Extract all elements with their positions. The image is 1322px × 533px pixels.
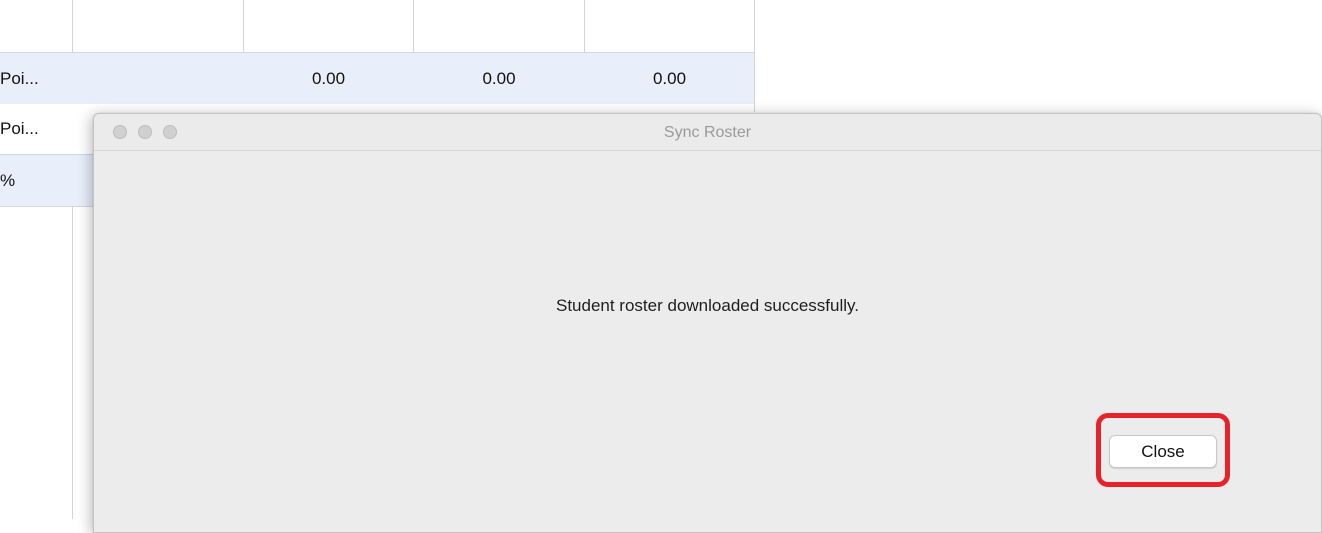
row-label-cell[interactable]: Poi... xyxy=(0,53,72,104)
dialog-title: Sync Roster xyxy=(663,124,752,141)
grade-cell[interactable]: 0.00 xyxy=(585,53,754,104)
grade-cell[interactable]: 0.00 xyxy=(414,53,584,104)
grade-cell[interactable] xyxy=(73,53,243,104)
table-row[interactable]: Poi... 0.00 0.00 0.00 xyxy=(0,52,754,105)
sync-roster-dialog: Sync Roster Student roster downloaded su… xyxy=(93,113,1322,533)
close-button[interactable]: Close xyxy=(1109,435,1217,468)
column-divider xyxy=(754,0,755,112)
dialog-message: Student roster downloaded successfully. xyxy=(555,296,860,315)
grade-cell[interactable]: 0.00 xyxy=(244,53,413,104)
row-label-cell[interactable]: % xyxy=(0,155,72,206)
dialog-titlebar[interactable]: Sync Roster xyxy=(94,114,1321,151)
row-label-cell[interactable]: Poi... xyxy=(0,104,72,154)
